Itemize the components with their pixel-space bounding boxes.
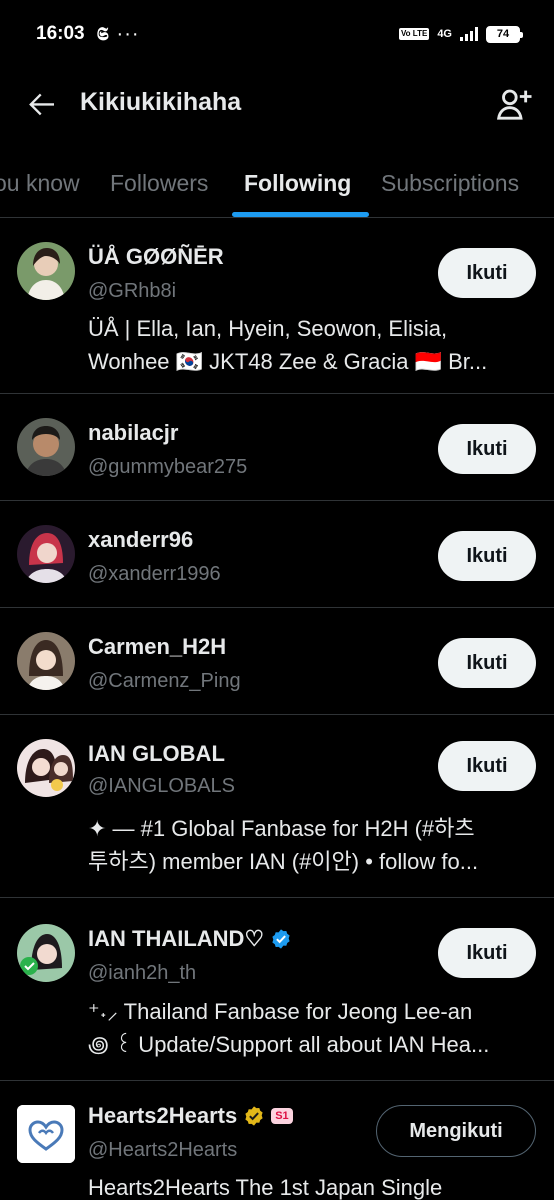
following-button[interactable]: Mengikuti: [376, 1105, 536, 1157]
avatar[interactable]: [17, 739, 75, 797]
bio-line: Wonhee 🇰🇷 JKT48 Zee & Gracia 🇮🇩 Br...: [88, 349, 488, 374]
back-arrow-icon[interactable]: [24, 86, 60, 122]
bio-line: 투하츠) member IAN (#이안) • follow fo...: [88, 849, 479, 874]
list-item[interactable]: Hearts2Hearts S1 @Hearts2Hearts Hearts2H…: [0, 1081, 554, 1200]
list-item[interactable]: IAN THAILAND♡ @ianh2h_th ⁺˖⸝ Thailand Fa…: [0, 898, 554, 1081]
more-notifications-icon: ···: [116, 22, 140, 45]
account-bio: Hearts2Hearts The 1st Japan Single: [88, 1171, 494, 1200]
account-handle: @xanderr1996: [88, 563, 221, 585]
top-app-bar: Kikiukikihaha: [0, 68, 554, 140]
account-name: xanderr96: [88, 527, 194, 552]
signal-icon: [460, 27, 478, 41]
following-list: ÜÅ GØØÑĒR @GRhb8i ÜÅ | Ella, Ian, Hyein,…: [0, 218, 554, 1200]
avatar[interactable]: [17, 525, 75, 583]
account-handle: @gummybear275: [88, 456, 248, 478]
account-name: IAN GLOBAL: [88, 741, 225, 766]
follow-button[interactable]: Ikuti: [438, 531, 536, 581]
account-handle: @GRhb8i: [88, 280, 177, 302]
gold-verified-badge-icon: [245, 1106, 263, 1126]
tab-followers[interactable]: Followers: [110, 170, 208, 197]
bio-line: ✦ — #1 Global Fanbase for H2H (#하츠: [88, 816, 475, 841]
follow-button[interactable]: Ikuti: [438, 424, 536, 474]
account-name: nabilacjr: [88, 420, 179, 445]
tab-you-know[interactable]: ou know: [0, 170, 80, 197]
network-type: 4G: [437, 28, 452, 40]
avatar[interactable]: [17, 1105, 75, 1163]
bio-line: ꩜ ꒰ Update/Support all about IAN Hea...: [88, 1032, 490, 1057]
account-handle: @Hearts2Hearts: [88, 1139, 238, 1161]
avatar[interactable]: [17, 924, 75, 982]
list-item[interactable]: xanderr96 @xanderr1996 Ikuti: [0, 501, 554, 608]
avatar[interactable]: [17, 242, 75, 300]
tab-subscriptions[interactable]: Subscriptions: [381, 170, 519, 197]
account-bio: ÜÅ | Ella, Ian, Hyein, Seowon, Elisia, W…: [88, 312, 534, 378]
tab-bar: ou know Followers Following Subscription…: [0, 150, 554, 218]
status-time: 16:03: [36, 23, 85, 44]
avatar[interactable]: [17, 632, 75, 690]
active-tab-indicator: [232, 212, 369, 217]
page-title: Kikiukikihaha: [80, 88, 242, 116]
account-handle: @Carmenz_Ping: [88, 670, 241, 692]
verified-badge-icon: [272, 929, 290, 949]
account-name-text: Hearts2Hearts: [88, 1103, 238, 1128]
list-item[interactable]: IAN GLOBAL @IANGLOBALS ✦ — #1 Global Fan…: [0, 715, 554, 898]
account-name: Carmen_H2H: [88, 634, 227, 659]
list-item[interactable]: ÜÅ GØØÑĒR @GRhb8i ÜÅ | Ella, Ian, Hyein,…: [0, 218, 554, 394]
account-bio: ⁺˖⸝ Thailand Fanbase for Jeong Lee-an ꩜ …: [88, 995, 534, 1061]
volte-icon: Vo LTE: [398, 28, 430, 40]
follow-button[interactable]: Ikuti: [438, 638, 536, 688]
follow-button[interactable]: Ikuti: [438, 928, 536, 978]
affiliate-badge: S1: [271, 1108, 293, 1124]
account-name-text: IAN THAILAND♡: [88, 926, 265, 951]
bio-line: ⁺˖⸝ Thailand Fanbase for Jeong Lee-an: [88, 999, 473, 1024]
list-item[interactable]: Carmen_H2H @Carmenz_Ping Ikuti: [0, 608, 554, 715]
battery-icon: 74: [486, 25, 523, 43]
account-name: IAN THAILAND♡: [88, 926, 292, 952]
account-bio: ✦ — #1 Global Fanbase for H2H (#하츠 투하츠) …: [88, 812, 534, 878]
bio-line: Hearts2Hearts The 1st Japan Single: [88, 1175, 443, 1200]
bio-line: ÜÅ | Ella, Ian, Hyein, Seowon, Elisia,: [88, 316, 448, 341]
follow-button[interactable]: Ikuti: [438, 248, 536, 298]
account-name: ÜÅ GØØÑĒR: [88, 244, 224, 269]
add-user-icon[interactable]: [494, 84, 534, 124]
app-notification-icon: 𝕾: [96, 23, 109, 44]
follow-button[interactable]: Ikuti: [438, 741, 536, 791]
account-name: Hearts2Hearts S1: [88, 1103, 293, 1129]
status-bar: 16:03 𝕾 ··· Vo LTE 4G 74: [0, 0, 554, 68]
list-item[interactable]: nabilacjr @gummybear275 Ikuti: [0, 394, 554, 501]
tab-following[interactable]: Following: [244, 170, 351, 197]
account-handle: @IANGLOBALS: [88, 775, 236, 797]
account-handle: @ianh2h_th: [88, 962, 197, 984]
avatar[interactable]: [17, 418, 75, 476]
